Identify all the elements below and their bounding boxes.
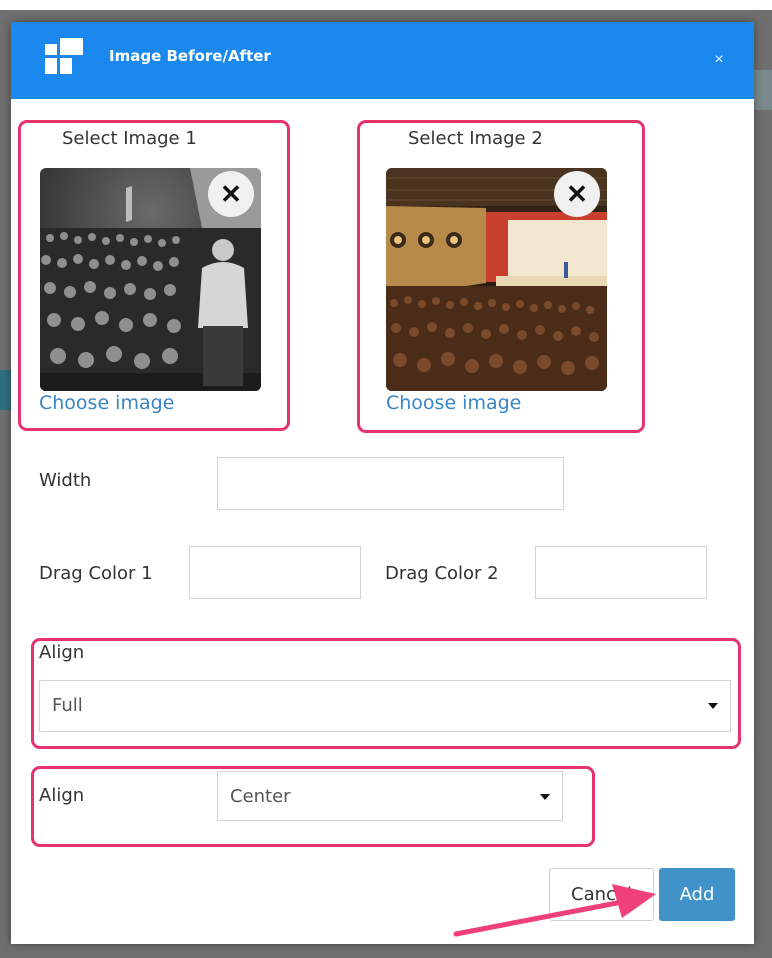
chevron-down-icon: [708, 703, 718, 709]
close-icon[interactable]: ×: [711, 52, 727, 68]
drag-color-2-input[interactable]: [535, 546, 707, 599]
width-input[interactable]: [217, 457, 564, 510]
align-center-label: Align: [39, 785, 85, 806]
dialog-title: Image Before/After: [109, 47, 271, 65]
chevron-down-icon: [540, 794, 550, 800]
choose-image-2-link[interactable]: Choose image: [386, 392, 521, 414]
add-button[interactable]: Add: [659, 868, 735, 921]
align-full-select[interactable]: Full: [39, 680, 731, 732]
select-image-2-label: Select Image 2: [408, 128, 543, 149]
drag-color-1-label: Drag Color 1: [39, 563, 153, 584]
select-image-1-label: Select Image 1: [62, 128, 197, 149]
background-page-edge: [754, 70, 772, 110]
remove-image-1-icon[interactable]: ✕: [208, 171, 254, 217]
align-full-label: Align: [39, 642, 85, 663]
grid-logo-icon: [45, 38, 83, 74]
choose-image-1-link[interactable]: Choose image: [39, 392, 174, 414]
align-center-select[interactable]: Center: [217, 771, 563, 821]
image-before-after-dialog: Image Before/After × Select Image 1 ✕ Ch…: [11, 22, 754, 944]
remove-image-2-icon[interactable]: ✕: [554, 171, 600, 217]
drag-color-1-input[interactable]: [189, 546, 361, 599]
drag-color-2-label: Drag Color 2: [385, 563, 499, 584]
background-page-edge: [0, 370, 11, 410]
align-center-value: Center: [230, 786, 291, 807]
align-full-value: Full: [52, 695, 83, 716]
cancel-button[interactable]: Cancel: [549, 868, 654, 921]
dialog-header: Image Before/After ×: [11, 22, 754, 99]
width-label: Width: [39, 470, 92, 491]
